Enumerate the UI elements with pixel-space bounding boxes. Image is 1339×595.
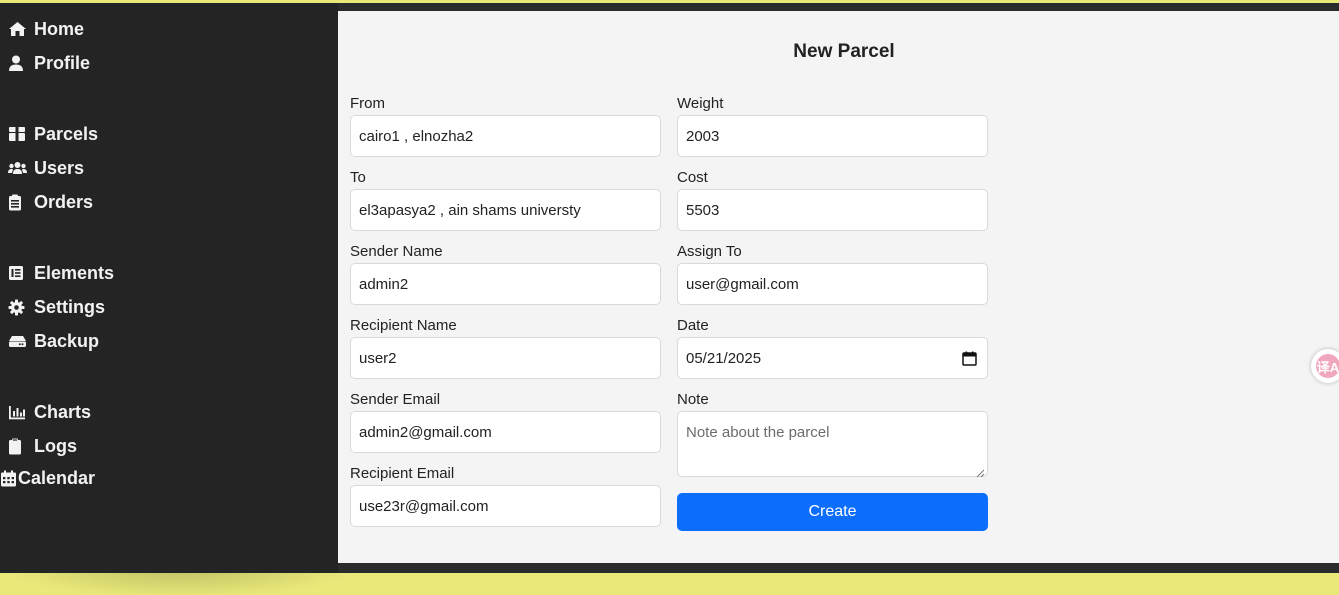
sidebar-item-parcels[interactable]: Parcels xyxy=(8,122,98,146)
sender-email-input[interactable]: admin2@gmail.com xyxy=(350,411,661,453)
create-button[interactable]: Create xyxy=(677,493,988,531)
cost-input[interactable]: 5503 xyxy=(677,189,988,231)
assign-to-input[interactable]: user@gmail.com xyxy=(677,263,988,305)
sidebar-item-backup[interactable]: Backup xyxy=(8,329,99,353)
sidebar-item-calendar[interactable]: Calendar xyxy=(0,466,95,490)
date-input[interactable]: 05/21/2025 xyxy=(677,337,988,379)
sidebar-item-label: Backup xyxy=(34,330,100,351)
sidebar-item-label: Charts xyxy=(34,401,92,422)
sidebar-item-label: Elements xyxy=(34,262,115,283)
sidebar-item-label: Settings xyxy=(34,296,106,317)
sidebar: Home Profile Parcels Users Orders Elemen… xyxy=(0,3,338,573)
translate-extension-button[interactable]: 译A xyxy=(1311,349,1339,383)
gear-icon xyxy=(8,299,34,316)
recipient-name-input[interactable]: user2 xyxy=(350,337,661,379)
sidebar-item-profile[interactable]: Profile xyxy=(8,51,90,75)
to-label: To xyxy=(350,169,366,186)
sidebar-item-label: Home xyxy=(34,18,85,39)
sidebar-item-label: Calendar xyxy=(18,467,96,488)
sidebar-item-orders[interactable]: Orders xyxy=(8,190,93,214)
sidebar-item-label: Logs xyxy=(34,435,77,456)
calendar-icon xyxy=(0,470,18,487)
calendar-picker-icon[interactable] xyxy=(962,351,977,370)
clipboard-list-icon xyxy=(8,194,34,211)
sender-name-input[interactable]: admin2 xyxy=(350,263,661,305)
assign-to-label: Assign To xyxy=(677,243,742,260)
hard-drive-icon xyxy=(8,334,34,348)
main-content: New Parcel From cairo1 , elnozha2 To el3… xyxy=(338,11,1339,563)
sidebar-item-users[interactable]: Users xyxy=(8,156,84,180)
recipient-name-label: Recipient Name xyxy=(350,317,457,334)
sidebar-item-settings[interactable]: Settings xyxy=(8,295,105,319)
sender-email-label: Sender Email xyxy=(350,391,441,408)
page-title: New Parcel xyxy=(793,41,895,62)
weight-input[interactable]: 2003 xyxy=(677,115,988,157)
bar-chart-icon xyxy=(8,405,34,420)
note-placeholder: Note about the parcel xyxy=(686,424,830,441)
sidebar-item-home[interactable]: Home xyxy=(8,17,84,41)
clipboard-icon xyxy=(8,438,34,455)
note-label: Note xyxy=(677,391,709,408)
sidebar-item-label: Users xyxy=(34,157,85,178)
from-label: From xyxy=(350,95,385,112)
user-icon xyxy=(8,55,34,72)
from-input[interactable]: cairo1 , elnozha2 xyxy=(350,115,661,157)
sidebar-item-elements[interactable]: Elements xyxy=(8,261,114,285)
box-icon xyxy=(8,126,34,142)
sidebar-item-label: Orders xyxy=(34,191,94,212)
cost-label: Cost xyxy=(677,169,708,186)
sender-name-label: Sender Name xyxy=(350,243,443,260)
to-input[interactable]: el3apasya2 , ain shams universty xyxy=(350,189,661,231)
sidebar-item-logs[interactable]: Logs xyxy=(8,434,77,458)
sidebar-item-label: Profile xyxy=(34,52,91,73)
translate-icon: 译A xyxy=(1316,354,1339,378)
weight-label: Weight xyxy=(677,95,724,112)
home-icon xyxy=(8,21,34,37)
recipient-email-input[interactable]: use23r@gmail.com xyxy=(350,485,661,527)
recipient-email-label: Recipient Email xyxy=(350,465,455,482)
list-box-icon xyxy=(8,265,34,281)
sidebar-item-charts[interactable]: Charts xyxy=(8,400,91,424)
resize-grip-icon[interactable] xyxy=(976,465,985,478)
users-icon xyxy=(8,161,34,175)
sidebar-item-label: Parcels xyxy=(34,123,99,144)
date-value: 05/21/2025 xyxy=(686,349,762,367)
date-label: Date xyxy=(677,317,709,334)
note-textarea[interactable]: Note about the parcel xyxy=(677,411,988,478)
